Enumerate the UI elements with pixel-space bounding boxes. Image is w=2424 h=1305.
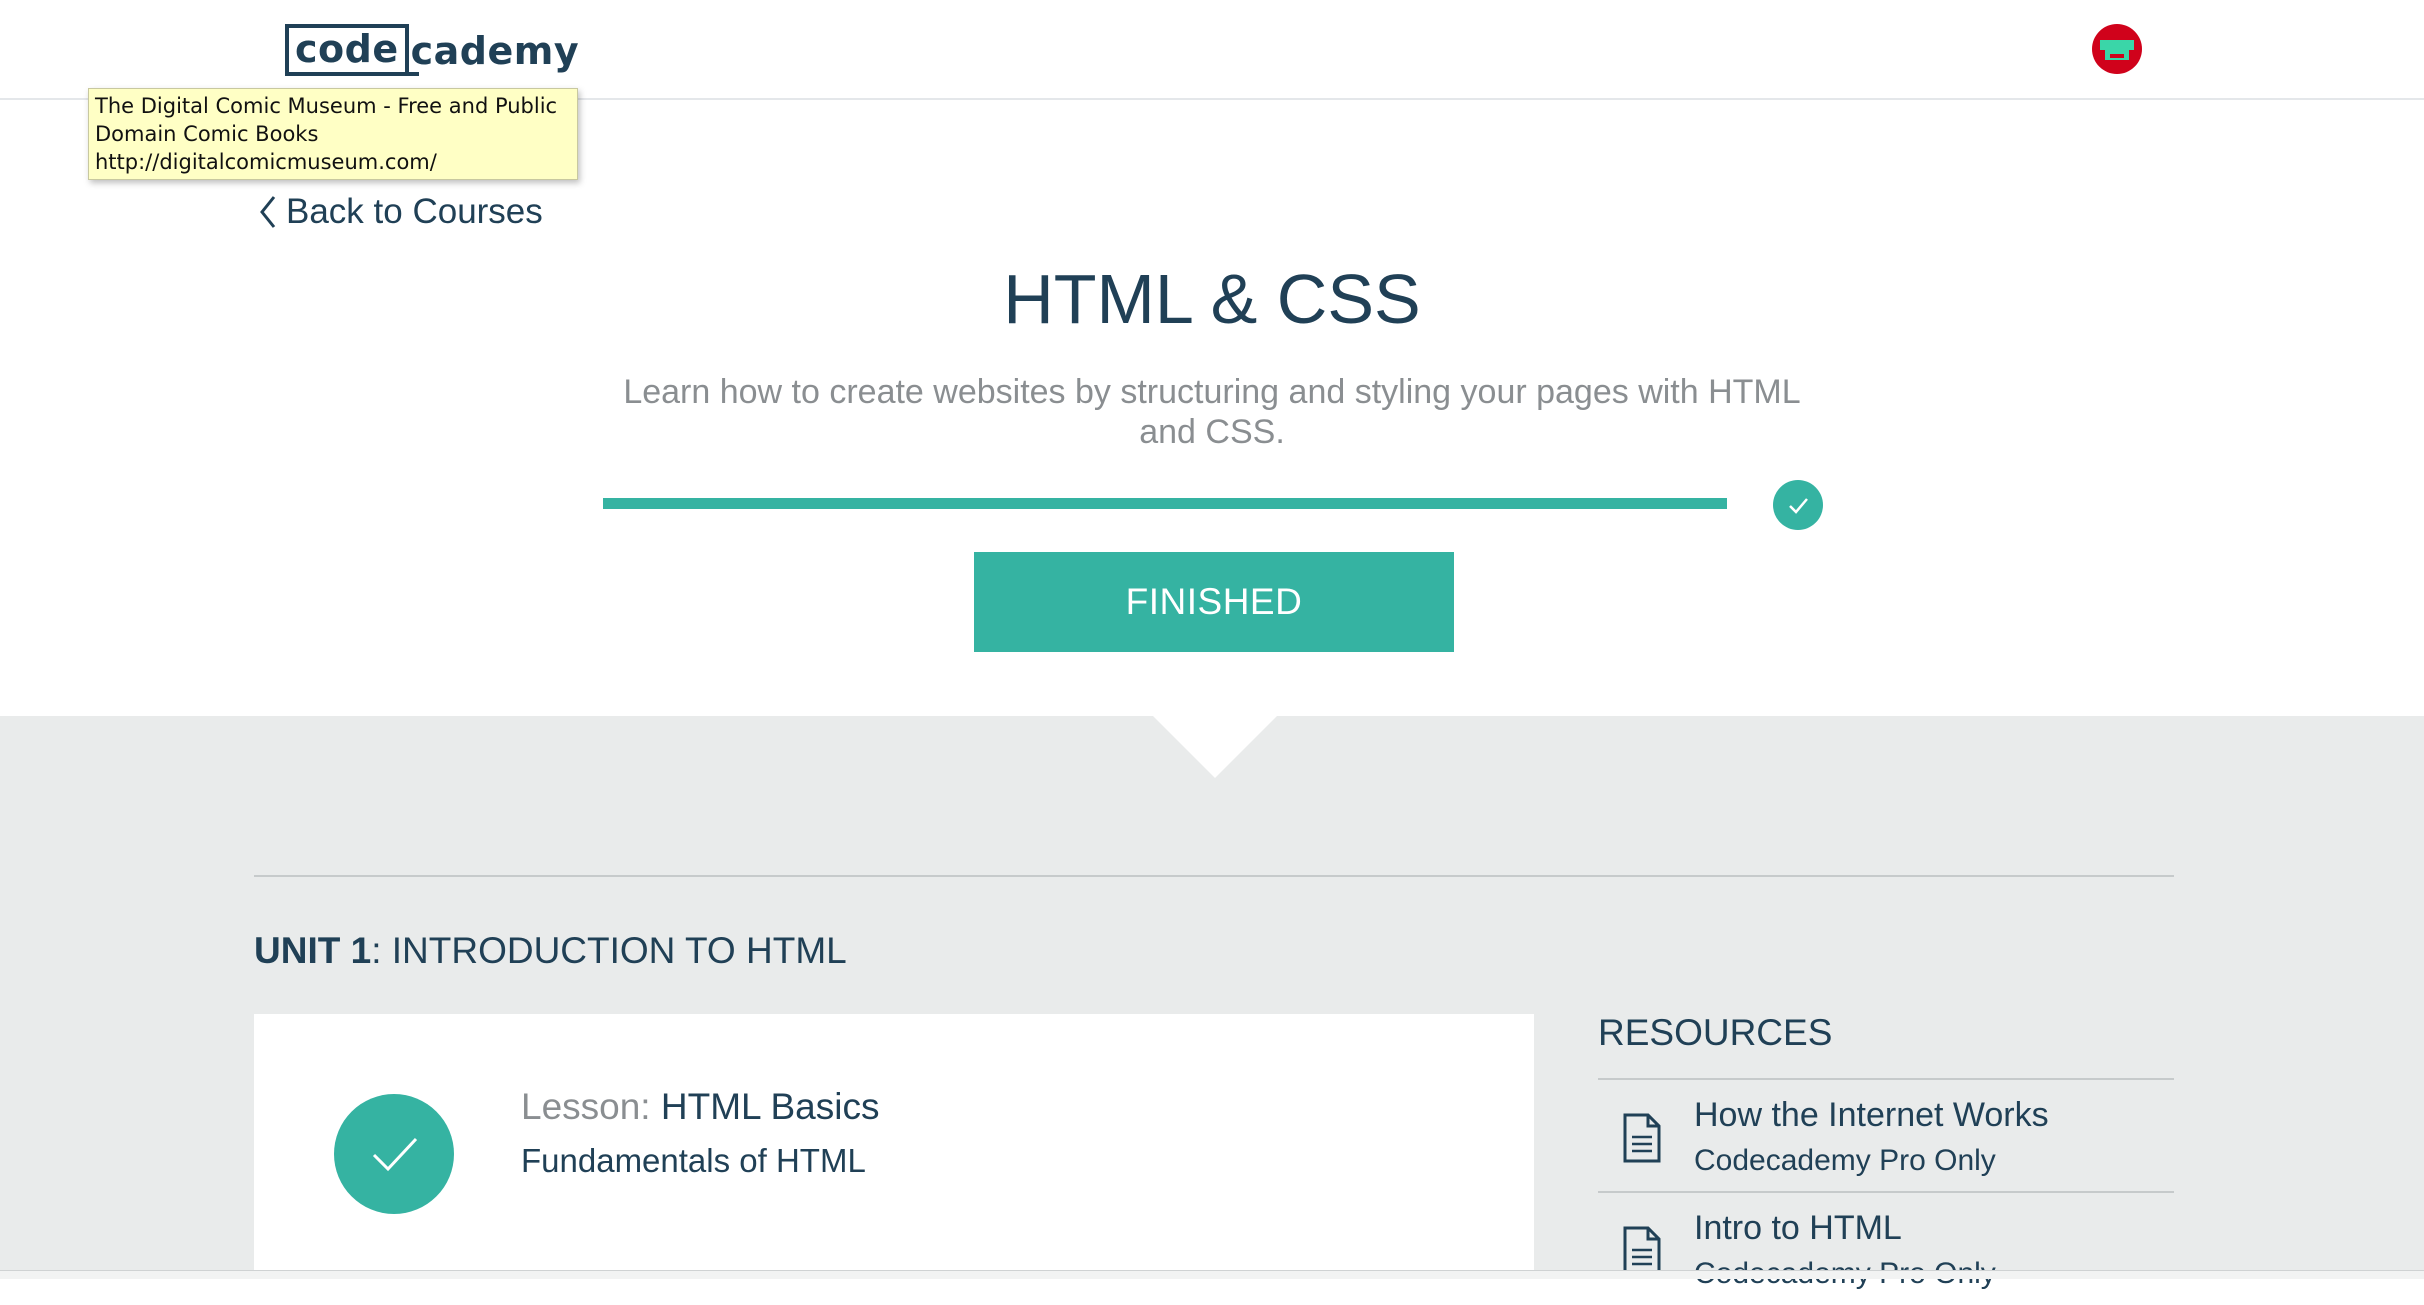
chevron-left-icon (260, 196, 276, 228)
resources-divider (1598, 1191, 2174, 1193)
back-to-courses-label: Back to Courses (286, 192, 543, 231)
unit-divider (254, 875, 2174, 877)
tooltip-title-line1: The Digital Comic Museum - Free and Publ… (95, 94, 558, 118)
lesson-card[interactable]: Lesson: HTML Basics Fundamentals of HTML (254, 1014, 1534, 1278)
lesson-name: HTML Basics (660, 1086, 880, 1127)
course-progress-bar (603, 498, 1727, 509)
codecademy-logo[interactable]: code cademy (285, 24, 579, 76)
user-avatar[interactable] (2092, 24, 2142, 74)
lesson-title: Lesson: HTML Basics (521, 1086, 879, 1128)
resources-divider (1598, 1078, 2174, 1080)
course-title: HTML & CSS (1003, 260, 1421, 338)
finished-button[interactable]: FINISHED (974, 552, 1454, 652)
course-description: Learn how to create websites by structur… (623, 373, 1801, 451)
back-to-courses-link[interactable]: Back to Courses (258, 190, 543, 234)
tooltip-url: http://digitalcomicmuseum.com/ (95, 150, 437, 174)
unit-number: UNIT 1 (254, 930, 372, 971)
resource-name: How the Internet Works (1694, 1096, 2049, 1134)
document-icon (1623, 1113, 1661, 1163)
top-navbar: code cademy (0, 0, 2424, 100)
resource-item[interactable]: Intro to HTML Codecademy Pro Only (1598, 1195, 2174, 1305)
section-pointer-notch (1153, 716, 1277, 778)
unit-heading: UNIT 1: INTRODUCTION TO HTML (254, 930, 847, 972)
lesson-prefix: Lesson: (521, 1086, 661, 1127)
browser-tooltip: The Digital Comic Museum - Free and Publ… (88, 88, 578, 180)
course-progress-fill (603, 498, 1727, 509)
resources-heading: RESOURCES (1598, 1012, 1833, 1053)
lesson-subtitle: Fundamentals of HTML (521, 1142, 866, 1179)
lesson-complete-check-icon (334, 1094, 454, 1214)
resource-name: Intro to HTML (1694, 1209, 1902, 1247)
logo-box-text: code (285, 24, 419, 76)
progress-complete-check-icon (1773, 480, 1823, 530)
unit-name: : INTRODUCTION TO HTML (371, 930, 847, 971)
resource-item[interactable]: How the Internet Works Codecademy Pro On… (1598, 1082, 2174, 1192)
tooltip-title-line2: Domain Comic Books (95, 122, 319, 146)
resource-note: Codecademy Pro Only (1694, 1144, 1996, 1177)
logo-rest-text: cademy (410, 29, 580, 73)
